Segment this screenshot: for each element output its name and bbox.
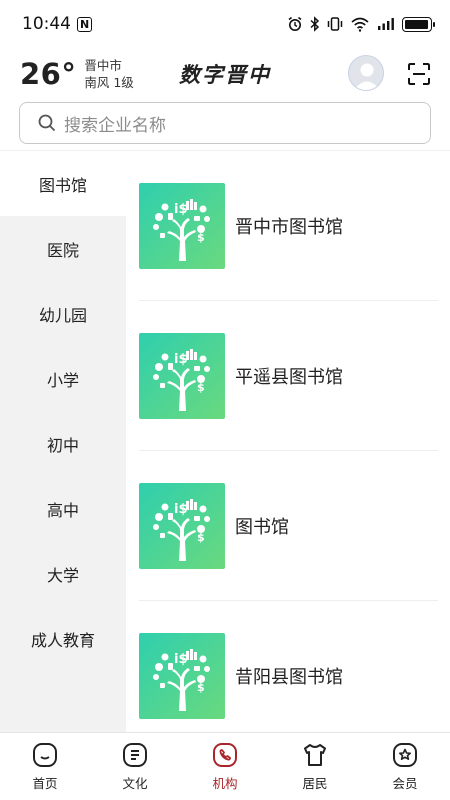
battery-level <box>405 19 428 29</box>
search-placeholder: 搜索企业名称 <box>64 115 166 136</box>
app-title: 数字晋中 <box>179 62 271 87</box>
alarm-icon <box>288 16 302 31</box>
category-item-hospital[interactable]: 医院 <box>0 216 126 281</box>
member-icon <box>393 743 417 767</box>
nfc-icon: N <box>77 16 93 32</box>
category-label: 成人教育 <box>30 630 95 650</box>
institution-name: 图书馆 <box>235 516 289 538</box>
category-label: 图书馆 <box>38 175 87 195</box>
list-item[interactable]: 晋中市图书馆 <box>139 151 438 301</box>
tab-label: 居民 <box>302 776 328 791</box>
battery-icon <box>402 16 435 32</box>
resident-icon <box>304 744 326 766</box>
bottom-tab-bar: 首页 文化 机构 居民 会员 <box>0 732 450 800</box>
tab-label: 会员 <box>392 776 418 791</box>
library-tree-icon <box>139 483 225 569</box>
tab-label: 文化 <box>122 776 148 791</box>
search-input[interactable]: 搜索企业名称 <box>19 102 431 144</box>
category-item-university[interactable]: 大学 <box>0 541 126 606</box>
wifi-icon <box>351 17 369 32</box>
category-item-library[interactable]: 图书馆 <box>0 151 126 216</box>
category-item-junior-high[interactable]: 初中 <box>0 411 126 476</box>
culture-icon <box>123 743 147 767</box>
vibrate-icon <box>327 17 343 31</box>
category-label: 初中 <box>46 435 79 455</box>
category-item-kindergarten[interactable]: 幼儿园 <box>0 281 126 346</box>
avatar-icon[interactable] <box>348 55 384 91</box>
scan-icon[interactable] <box>408 63 430 85</box>
institution-list: 晋中市图书馆 平遥县图书馆 图书馆 昔阳县图书馆 <box>126 151 450 732</box>
category-label: 医院 <box>46 240 79 260</box>
category-label: 幼儿园 <box>38 305 87 325</box>
institution-name: 晋中市图书馆 <box>235 216 343 238</box>
category-label: 大学 <box>46 565 79 585</box>
institution-name: 昔阳县图书馆 <box>235 666 343 688</box>
list-item[interactable]: 平遥县图书馆 <box>139 301 438 451</box>
weather-city: 晋中市 <box>84 58 122 73</box>
main-content: 图书馆 医院 幼儿园 小学 初中 高中 大学 成人教育 晋中市图书馆 平遥县图书… <box>0 150 450 732</box>
status-bar: 10:44 N <box>0 0 450 48</box>
tab-member[interactable]: 会员 <box>360 733 450 800</box>
category-item-adult-education[interactable]: 成人教育 <box>0 606 126 671</box>
library-tree-icon <box>139 333 225 419</box>
top-bar: 26° 晋中市 南风 1级 数字晋中 <box>0 48 450 100</box>
library-tree-icon <box>139 633 225 719</box>
category-sidebar: 图书馆 医院 幼儿园 小学 初中 高中 大学 成人教育 <box>0 151 126 732</box>
signal-icon <box>378 18 394 30</box>
bluetooth-icon <box>310 16 320 32</box>
category-item-primary-school[interactable]: 小学 <box>0 346 126 411</box>
list-item[interactable]: 昔阳县图书馆 <box>139 601 438 732</box>
tab-institution[interactable]: 机构 <box>180 733 270 800</box>
weather-widget[interactable]: 26° 晋中市 南风 1级 <box>20 57 134 91</box>
tab-home[interactable]: 首页 <box>0 733 90 800</box>
tab-resident[interactable]: 居民 <box>270 733 360 800</box>
institution-icon <box>213 743 237 767</box>
weather-wind: 南风 1级 <box>84 75 134 90</box>
tab-label: 机构 <box>212 776 238 791</box>
tab-label: 首页 <box>32 776 58 791</box>
category-label: 小学 <box>46 370 79 390</box>
home-icon <box>33 743 57 767</box>
status-time: 10:44 <box>22 14 71 34</box>
category-item-senior-high[interactable]: 高中 <box>0 476 126 541</box>
category-label: 高中 <box>46 500 79 520</box>
search-icon <box>38 114 56 132</box>
library-tree-icon <box>139 183 225 269</box>
temperature: 26° <box>20 57 77 91</box>
list-item[interactable]: 图书馆 <box>139 451 438 601</box>
tab-culture[interactable]: 文化 <box>90 733 180 800</box>
institution-name: 平遥县图书馆 <box>235 366 343 388</box>
